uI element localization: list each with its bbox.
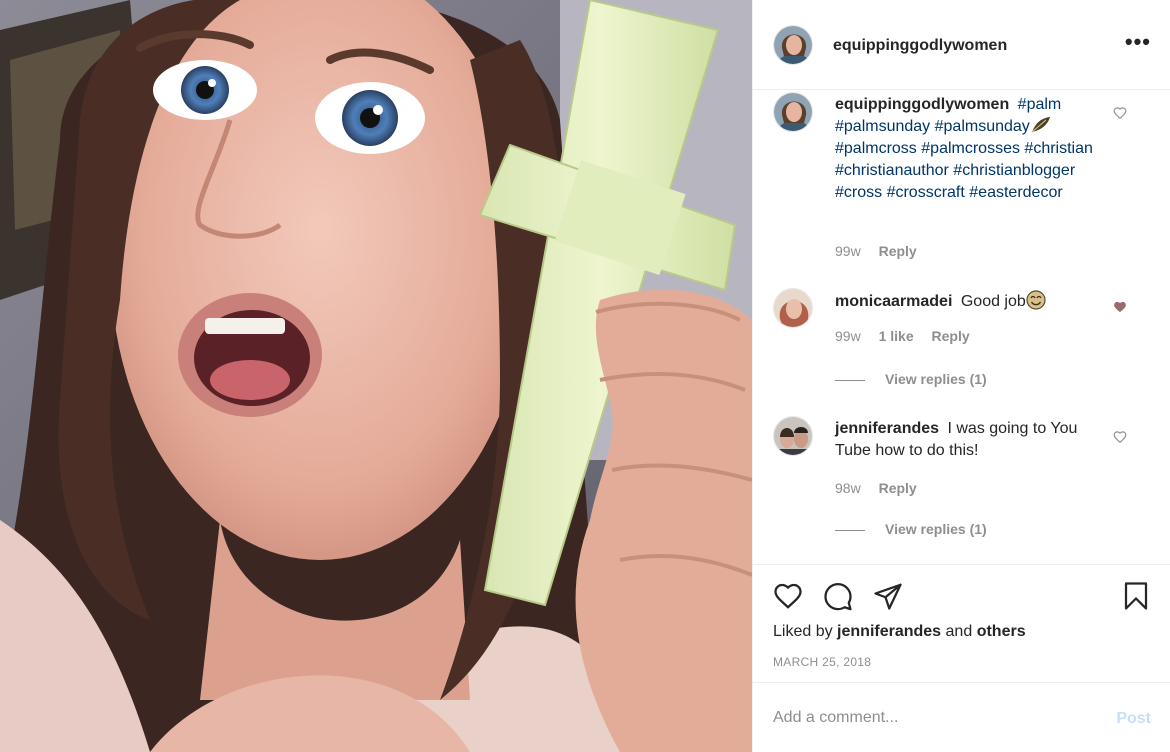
liked-by: Liked by jenniferandes and others — [773, 623, 1026, 641]
author-avatar[interactable] — [773, 25, 813, 65]
hashtag-link[interactable]: #cross — [835, 184, 882, 201]
hashtag-link[interactable]: #palmsunday — [935, 118, 1030, 135]
hashtag-link[interactable]: #palmsunday — [835, 118, 930, 135]
hashtag-link[interactable]: #christianauthor — [835, 162, 949, 179]
bookmark-icon[interactable] — [1121, 581, 1151, 611]
replies-divider — [835, 529, 865, 531]
reply-button[interactable]: Reply — [879, 480, 917, 496]
comment-age[interactable]: 98w — [835, 480, 861, 496]
post-comment-button[interactable]: Post — [1116, 710, 1151, 728]
comment-input[interactable] — [773, 705, 1093, 731]
comment-username[interactable]: equippinggodlywomen — [835, 96, 1009, 113]
replies-divider — [835, 379, 865, 381]
hashtag-link[interactable]: #christian — [1024, 140, 1092, 157]
reply-button[interactable]: Reply — [932, 328, 970, 344]
comment-meta: 99w Reply — [835, 243, 931, 259]
comment-username[interactable]: jenniferandes — [835, 420, 939, 437]
liked-by-others[interactable]: others — [977, 623, 1026, 640]
heart-icon[interactable] — [773, 581, 803, 611]
commenter-avatar-image — [774, 417, 812, 455]
comment-body: monicaarmadei Good job — [835, 290, 1105, 313]
hashtag-link[interactable]: #crosscraft — [887, 184, 965, 201]
author-avatar-image — [774, 26, 812, 64]
comment-caption: equippinggodlywomen #palm #palmsunday #p… — [773, 92, 1153, 262]
heart-outline-icon[interactable] — [1113, 430, 1127, 444]
hashtag-link[interactable]: #palmcross — [835, 140, 917, 157]
likes-count[interactable]: 1 like — [879, 328, 914, 344]
comment-meta: 98w Reply — [835, 480, 931, 496]
comment-body: equippinggodlywomen #palm #palmsunday #p… — [835, 94, 1105, 204]
comment-text: Good job — [960, 293, 1026, 310]
leaf-emoji-icon — [1030, 117, 1052, 135]
hashtag-link[interactable]: #christianblogger — [953, 162, 1075, 179]
post-date[interactable]: MARCH 25, 2018 — [773, 655, 871, 669]
comment-item: jenniferandes I was going to You Tube ho… — [773, 416, 1153, 537]
heart-filled-icon[interactable] — [1113, 300, 1127, 314]
view-replies-button[interactable]: View replies (1) — [835, 521, 987, 537]
comment-meta: 99w 1 like Reply — [835, 328, 984, 344]
heart-outline-icon[interactable] — [1113, 106, 1127, 120]
comment-age[interactable]: 99w — [835, 243, 861, 259]
view-replies-label: View replies (1) — [885, 521, 987, 537]
comment-age[interactable]: 99w — [835, 328, 861, 344]
post-actions: Liked by jenniferandes and others MARCH … — [753, 564, 1170, 682]
commenter-avatar[interactable] — [773, 416, 813, 456]
hashtag-link[interactable]: #easterdecor — [969, 184, 1062, 201]
post-side-panel: equippinggodlywomen ••• equippinggodlywo… — [752, 0, 1170, 752]
share-icon[interactable] — [873, 581, 903, 611]
view-replies-label: View replies (1) — [885, 371, 987, 387]
post-header: equippinggodlywomen ••• — [753, 0, 1170, 90]
post-photo-illustration — [0, 0, 752, 752]
commenter-avatar-image — [774, 289, 812, 327]
comments-list[interactable]: equippinggodlywomen #palm #palmsunday #p… — [753, 90, 1170, 564]
liked-by-prefix: Liked by — [773, 623, 833, 640]
reply-button[interactable]: Reply — [879, 243, 917, 259]
post-photo[interactable] — [0, 0, 752, 752]
comment-icon[interactable] — [823, 581, 853, 611]
author-username[interactable]: equippinggodlywomen — [833, 37, 1007, 55]
smile-emoji-icon — [1026, 290, 1046, 310]
comment-item: monicaarmadei Good job 99w 1 like Reply … — [773, 288, 1153, 398]
add-comment-bar: Post — [753, 682, 1170, 752]
more-options-button[interactable]: ••• — [1124, 29, 1151, 54]
commenter-avatar-image — [774, 93, 812, 131]
ellipsis-icon: ••• — [1124, 29, 1151, 54]
commenter-avatar[interactable] — [773, 288, 813, 328]
commenter-avatar[interactable] — [773, 92, 813, 132]
hashtag-link[interactable]: #palmcrosses — [921, 140, 1020, 157]
comment-body: jenniferandes I was going to You Tube ho… — [835, 418, 1105, 462]
liked-by-user[interactable]: jenniferandes — [837, 623, 941, 640]
comment-username[interactable]: monicaarmadei — [835, 293, 952, 310]
view-replies-button[interactable]: View replies (1) — [835, 371, 987, 387]
hashtag-link[interactable]: #palm — [1018, 96, 1062, 113]
liked-by-and: and — [945, 623, 973, 640]
